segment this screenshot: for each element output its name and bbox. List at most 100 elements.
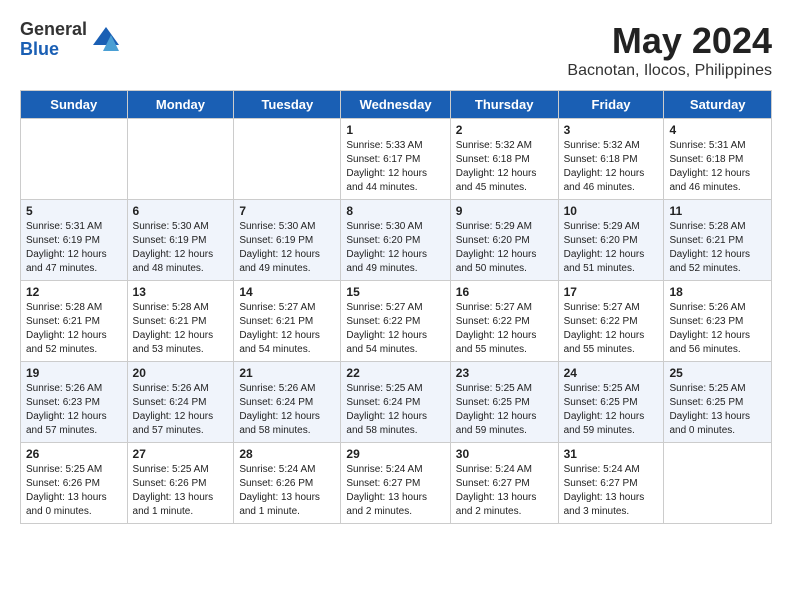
day-info: Sunrise: 5:29 AMSunset: 6:20 PMDaylight:… (456, 220, 553, 276)
calendar-day-cell: 16 Sunrise: 5:27 AMSunset: 6:22 PMDayligh… (450, 281, 558, 362)
day-number: 22 (346, 366, 444, 380)
day-number: 28 (239, 447, 335, 461)
day-number: 12 (26, 285, 122, 299)
calendar-day-cell: 18 Sunrise: 5:26 AMSunset: 6:23 PMDayligh… (664, 281, 772, 362)
calendar-day-cell: 6 Sunrise: 5:30 AMSunset: 6:19 PMDaylight… (127, 200, 234, 281)
day-number: 31 (564, 447, 659, 461)
calendar-day-cell: 30 Sunrise: 5:24 AMSunset: 6:27 PMDayligh… (450, 443, 558, 524)
day-number: 7 (239, 204, 335, 218)
calendar-day-header: Monday (127, 91, 234, 119)
calendar-day-cell: 28 Sunrise: 5:24 AMSunset: 6:26 PMDayligh… (234, 443, 341, 524)
calendar-day-cell: 10 Sunrise: 5:29 AMSunset: 6:20 PMDayligh… (558, 200, 664, 281)
calendar-day-cell: 26 Sunrise: 5:25 AMSunset: 6:26 PMDayligh… (21, 443, 128, 524)
day-info: Sunrise: 5:26 AMSunset: 6:23 PMDaylight:… (669, 301, 766, 357)
day-info: Sunrise: 5:30 AMSunset: 6:19 PMDaylight:… (133, 220, 229, 276)
calendar-day-cell: 11 Sunrise: 5:28 AMSunset: 6:21 PMDayligh… (664, 200, 772, 281)
calendar-day-cell: 21Sunrise: 5:26 AMSunset: 6:24 PMDayligh… (234, 362, 341, 443)
day-info: Sunrise: 5:33 AMSunset: 6:17 PMDaylight:… (346, 139, 444, 195)
day-info: Sunrise: 5:25 AMSunset: 6:24 PMDaylight:… (346, 382, 444, 438)
calendar-day-cell: 22 Sunrise: 5:25 AMSunset: 6:24 PMDayligh… (341, 362, 450, 443)
day-info: Sunrise: 5:24 AMSunset: 6:26 PMDaylight:… (239, 463, 335, 519)
calendar-day-cell: 23 Sunrise: 5:25 AMSunset: 6:25 PMDayligh… (450, 362, 558, 443)
location-title: Bacnotan, Ilocos, Philippines (567, 62, 772, 80)
day-number: 8 (346, 204, 444, 218)
day-info: Sunrise: 5:27 AMSunset: 6:22 PMDaylight:… (456, 301, 553, 357)
calendar-day-header: Tuesday (234, 91, 341, 119)
day-info: Sunrise: 5:32 AMSunset: 6:18 PMDaylight:… (564, 139, 659, 195)
day-info: Sunrise: 5:28 AMSunset: 6:21 PMDaylight:… (133, 301, 229, 357)
calendar-week-row: 5Sunrise: 5:31 AMSunset: 6:19 PMDaylight… (21, 200, 772, 281)
calendar-week-row: 19 Sunrise: 5:26 AMSunset: 6:23 PMDayligh… (21, 362, 772, 443)
calendar-day-cell: 31 Sunrise: 5:24 AMSunset: 6:27 PMDayligh… (558, 443, 664, 524)
day-number: 29 (346, 447, 444, 461)
day-info: Sunrise: 5:30 AMSunset: 6:20 PMDaylight:… (346, 220, 444, 276)
month-year-title: May 2024 (567, 20, 772, 62)
day-number: 30 (456, 447, 553, 461)
calendar-day-cell: 4Sunrise: 5:31 AMSunset: 6:18 PMDaylight… (664, 119, 772, 200)
day-number: 9 (456, 204, 553, 218)
calendar-day-cell (234, 119, 341, 200)
day-info: Sunrise: 5:29 AMSunset: 6:20 PMDaylight:… (564, 220, 659, 276)
calendar-day-cell: 12 Sunrise: 5:28 AMSunset: 6:21 PMDayligh… (21, 281, 128, 362)
calendar-day-cell (127, 119, 234, 200)
calendar-day-cell: 5Sunrise: 5:31 AMSunset: 6:19 PMDaylight… (21, 200, 128, 281)
calendar-day-cell (21, 119, 128, 200)
day-number: 17 (564, 285, 659, 299)
day-info: Sunrise: 5:32 AMSunset: 6:18 PMDaylight:… (456, 139, 553, 195)
calendar-day-header: Sunday (21, 91, 128, 119)
day-number: 27 (133, 447, 229, 461)
logo: General Blue (20, 20, 121, 60)
day-info: Sunrise: 5:28 AMSunset: 6:21 PMDaylight:… (669, 220, 766, 276)
day-info: Sunrise: 5:28 AMSunset: 6:21 PMDaylight:… (26, 301, 122, 357)
calendar-day-cell: 20Sunrise: 5:26 AMSunset: 6:24 PMDayligh… (127, 362, 234, 443)
calendar-day-cell: 7 Sunrise: 5:30 AMSunset: 6:19 PMDaylight… (234, 200, 341, 281)
day-number: 1 (346, 123, 444, 137)
calendar-day-cell: 2 Sunrise: 5:32 AMSunset: 6:18 PMDaylight… (450, 119, 558, 200)
day-info: Sunrise: 5:25 AMSunset: 6:25 PMDaylight:… (456, 382, 553, 438)
day-info: Sunrise: 5:25 AMSunset: 6:25 PMDaylight:… (564, 382, 659, 438)
calendar-day-cell: 1 Sunrise: 5:33 AMSunset: 6:17 PMDaylight… (341, 119, 450, 200)
day-info: Sunrise: 5:27 AMSunset: 6:22 PMDaylight:… (346, 301, 444, 357)
day-number: 10 (564, 204, 659, 218)
calendar-day-cell: 17 Sunrise: 5:27 AMSunset: 6:22 PMDayligh… (558, 281, 664, 362)
day-number: 18 (669, 285, 766, 299)
day-info: Sunrise: 5:24 AMSunset: 6:27 PMDaylight:… (346, 463, 444, 519)
calendar-day-header: Thursday (450, 91, 558, 119)
day-info: Sunrise: 5:25 AMSunset: 6:26 PMDaylight:… (26, 463, 122, 519)
logo-general: General (20, 20, 87, 40)
title-block: May 2024 Bacnotan, Ilocos, Philippines (567, 20, 772, 80)
day-number: 25 (669, 366, 766, 380)
day-info: Sunrise: 5:26 AMSunset: 6:24 PMDaylight:… (133, 382, 229, 438)
day-info: Sunrise: 5:27 AMSunset: 6:22 PMDaylight:… (564, 301, 659, 357)
calendar-day-cell: 27Sunrise: 5:25 AMSunset: 6:26 PMDayligh… (127, 443, 234, 524)
calendar-day-cell: 24 Sunrise: 5:25 AMSunset: 6:25 PMDayligh… (558, 362, 664, 443)
day-number: 6 (133, 204, 229, 218)
day-number: 5 (26, 204, 122, 218)
day-number: 14 (239, 285, 335, 299)
day-info: Sunrise: 5:26 AMSunset: 6:23 PMDaylight:… (26, 382, 122, 438)
day-number: 23 (456, 366, 553, 380)
day-number: 21 (239, 366, 335, 380)
calendar-day-cell: 19 Sunrise: 5:26 AMSunset: 6:23 PMDayligh… (21, 362, 128, 443)
calendar-header-row: SundayMondayTuesdayWednesdayThursdayFrid… (21, 91, 772, 119)
calendar-day-cell: 25 Sunrise: 5:25 AMSunset: 6:25 PMDayligh… (664, 362, 772, 443)
calendar-week-row: 12 Sunrise: 5:28 AMSunset: 6:21 PMDayligh… (21, 281, 772, 362)
day-info: Sunrise: 5:24 AMSunset: 6:27 PMDaylight:… (564, 463, 659, 519)
day-number: 19 (26, 366, 122, 380)
calendar-day-cell: 8 Sunrise: 5:30 AMSunset: 6:20 PMDaylight… (341, 200, 450, 281)
day-info: Sunrise: 5:25 AMSunset: 6:25 PMDaylight:… (669, 382, 766, 438)
calendar-week-row: 26 Sunrise: 5:25 AMSunset: 6:26 PMDayligh… (21, 443, 772, 524)
calendar-day-cell: 13Sunrise: 5:28 AMSunset: 6:21 PMDayligh… (127, 281, 234, 362)
calendar-table: SundayMondayTuesdayWednesdayThursdayFrid… (20, 90, 772, 524)
day-number: 24 (564, 366, 659, 380)
day-number: 11 (669, 204, 766, 218)
day-info: Sunrise: 5:24 AMSunset: 6:27 PMDaylight:… (456, 463, 553, 519)
calendar-day-cell: 14Sunrise: 5:27 AMSunset: 6:21 PMDayligh… (234, 281, 341, 362)
day-number: 16 (456, 285, 553, 299)
calendar-day-header: Wednesday (341, 91, 450, 119)
calendar-day-cell (664, 443, 772, 524)
calendar-week-row: 1 Sunrise: 5:33 AMSunset: 6:17 PMDaylight… (21, 119, 772, 200)
day-info: Sunrise: 5:30 AMSunset: 6:19 PMDaylight:… (239, 220, 335, 276)
day-number: 26 (26, 447, 122, 461)
day-number: 2 (456, 123, 553, 137)
